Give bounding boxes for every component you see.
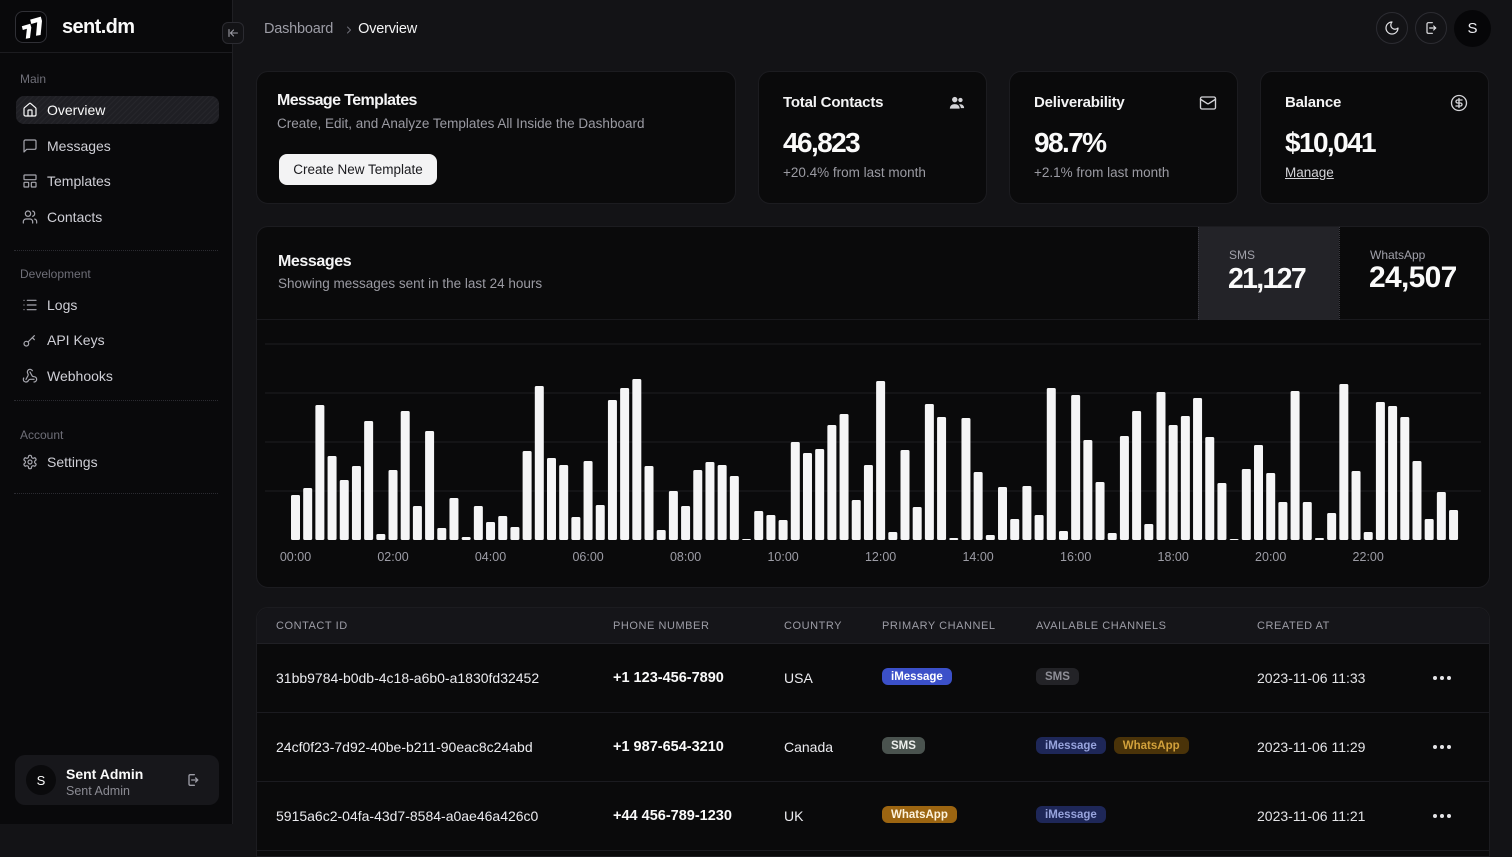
svg-text:08:00: 08:00 (670, 550, 701, 564)
svg-text:16:00: 16:00 (1060, 550, 1091, 564)
svg-text:18:00: 18:00 (1158, 550, 1189, 564)
svg-text:22:00: 22:00 (1353, 550, 1384, 564)
svg-text:12:00: 12:00 (865, 550, 896, 564)
svg-text:14:00: 14:00 (962, 550, 993, 564)
svg-text:20:00: 20:00 (1255, 550, 1286, 564)
svg-text:10:00: 10:00 (767, 550, 798, 564)
svg-text:00:00: 00:00 (280, 550, 311, 564)
svg-text:02:00: 02:00 (377, 550, 408, 564)
svg-text:04:00: 04:00 (475, 550, 506, 564)
svg-text:06:00: 06:00 (572, 550, 603, 564)
